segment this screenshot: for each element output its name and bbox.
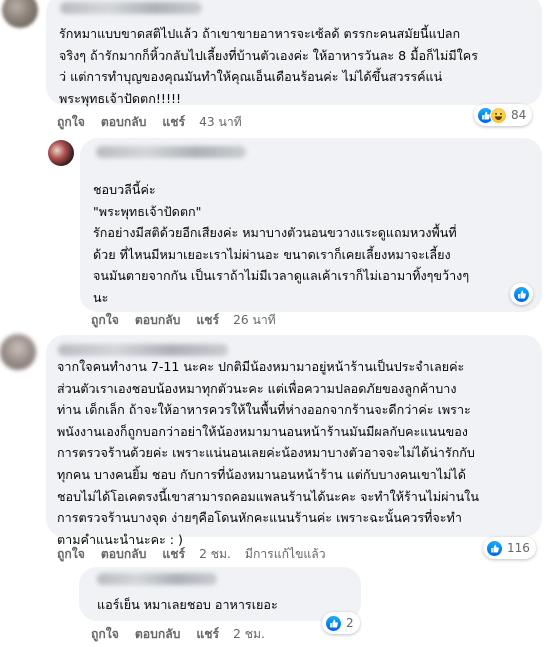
comment-timestamp[interactable]: 26 นาที — [233, 311, 276, 330]
comment-timestamp[interactable]: 2 ชม. — [233, 625, 265, 644]
comment-actions: ถูกใจ ตอบกลับ แชร์ 43 นาที — [57, 113, 242, 132]
reaction-summary[interactable]: 84 — [474, 104, 533, 126]
commenter-name-redacted[interactable] — [58, 344, 228, 356]
like-reaction-icon — [325, 614, 342, 632]
reply-text: แอร์เย็น หมาเลยชอบ อาหารเยอะ — [97, 597, 278, 612]
comment-actions: ถูกใจ ตอบกลับ แชร์ 2 ชม. — [91, 625, 265, 644]
like-link[interactable]: ถูกใจ — [91, 625, 119, 644]
reaction-count: 116 — [507, 541, 530, 555]
like-reaction-icon — [513, 285, 530, 303]
haha-reaction-icon — [490, 106, 507, 124]
like-reaction-icon — [486, 539, 503, 557]
share-link[interactable]: แชร์ — [196, 311, 219, 330]
reaction-summary[interactable]: 2 — [322, 612, 360, 634]
like-link[interactable]: ถูกใจ — [57, 545, 85, 564]
reaction-count: 2 — [346, 616, 354, 630]
comment-text: จากใจคนทำงาน 7-11 นะคะ ปกติมีน้องหมามาอย… — [57, 359, 479, 547]
share-link[interactable]: แชร์ — [196, 625, 219, 644]
reply-link[interactable]: ตอบกลับ — [135, 625, 181, 644]
commenter-name-redacted[interactable] — [60, 2, 202, 14]
reply-link[interactable]: ตอบกลับ — [101, 113, 147, 132]
replier-name-redacted[interactable] — [96, 146, 246, 158]
reaction-summary[interactable]: 116 — [483, 537, 536, 559]
like-link[interactable]: ถูกใจ — [57, 113, 85, 132]
share-link[interactable]: แชร์ — [162, 113, 185, 132]
share-link[interactable]: แชร์ — [162, 545, 185, 564]
reaction-count: 84 — [511, 108, 527, 122]
like-link[interactable]: ถูกใจ — [91, 311, 119, 330]
reply-avatar[interactable] — [45, 566, 71, 592]
reply-link[interactable]: ตอบกลับ — [135, 311, 181, 330]
commenter-avatar[interactable] — [0, 334, 36, 370]
edited-label: มีการแก้ไขแล้ว — [244, 547, 326, 561]
reply-text: ชอบวลีนี้ค่ะ "พระพุทธเจ้าปัดตก" รักอย่าง… — [93, 182, 470, 305]
commenter-avatar[interactable] — [2, 0, 38, 28]
reaction-summary[interactable] — [510, 283, 533, 305]
comment-timestamp[interactable]: 43 นาที — [199, 113, 242, 132]
reply-link[interactable]: ตอบกลับ — [101, 545, 147, 564]
replier-name-redacted[interactable] — [97, 573, 217, 585]
comment-text: รักหมาแบบขาดสติไปแล้ว ถ้าเขาขายอาหารจะเซ… — [59, 26, 478, 106]
comment-actions: ถูกใจ ตอบกลับ แชร์ 26 นาที — [91, 311, 276, 330]
reply-avatar[interactable] — [48, 140, 74, 166]
comment-actions: ถูกใจ ตอบกลับ แชร์ 2 ชม. มีการแก้ไขแล้ว — [57, 545, 326, 564]
comment-timestamp[interactable]: 2 ชม. — [199, 545, 231, 564]
